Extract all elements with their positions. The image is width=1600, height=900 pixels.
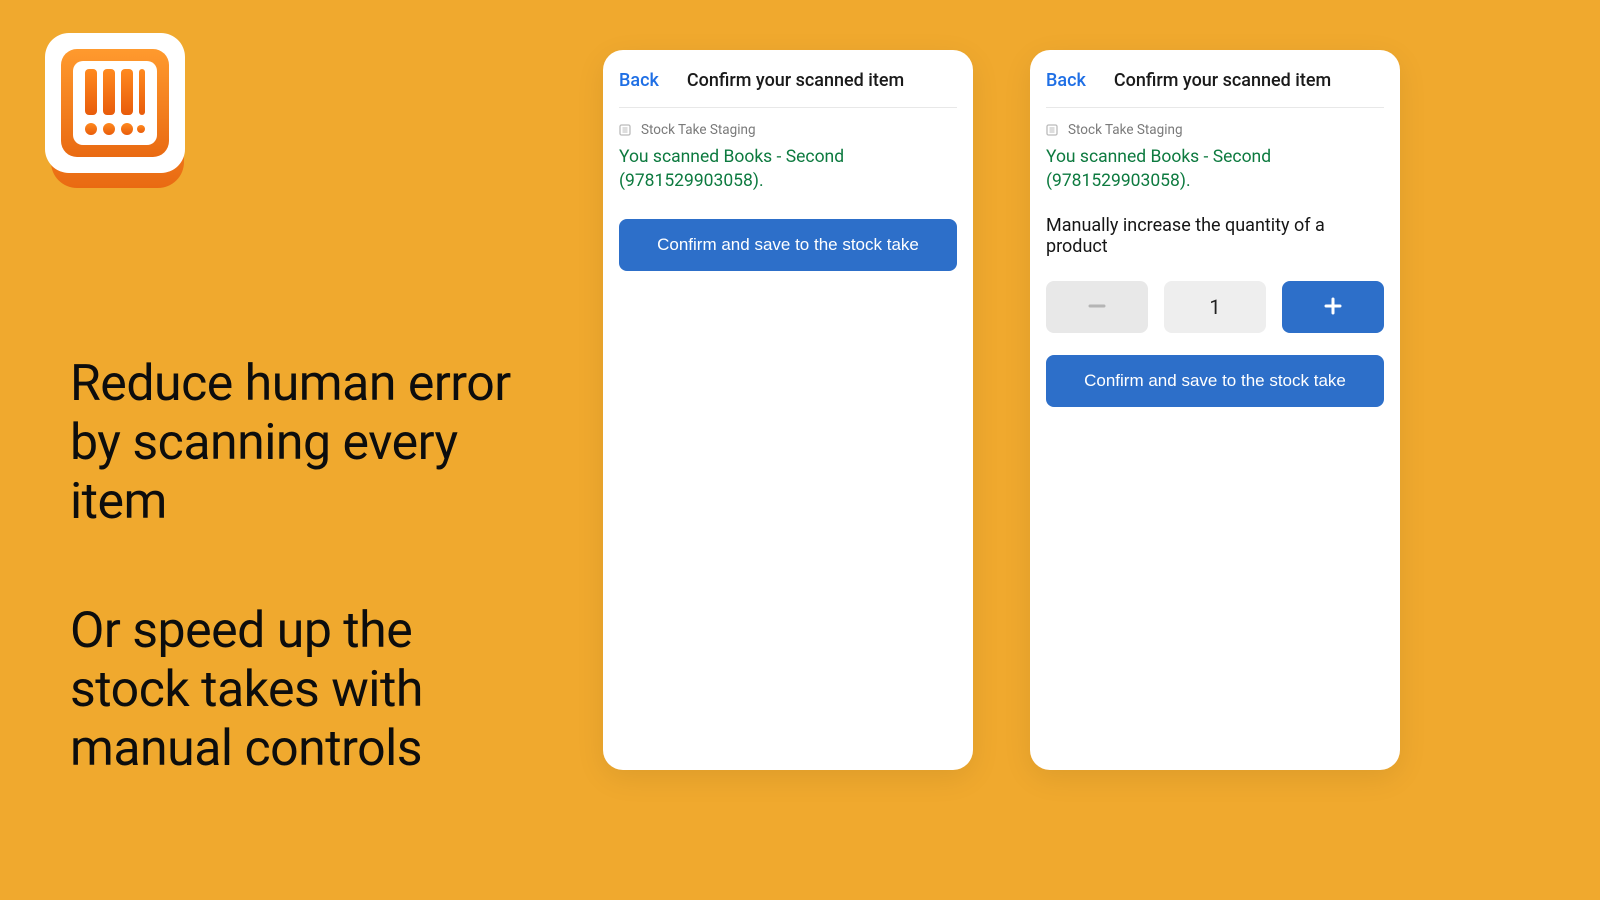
decrement-button[interactable] <box>1046 281 1148 333</box>
manual-quantity-label: Manually increase the quantity of a prod… <box>1046 215 1384 257</box>
quantity-stepper: 1 <box>1046 281 1384 333</box>
confirm-card-simple: Back Confirm your scanned item Stock Tak… <box>603 50 973 770</box>
plus-icon <box>1321 294 1345 321</box>
page-title: Confirm your scanned item <box>687 70 904 91</box>
scanned-message: You scanned Books - Second (978152990305… <box>1046 146 1384 193</box>
app-icon <box>45 33 190 193</box>
breadcrumb-label: Stock Take Staging <box>641 122 756 138</box>
confirm-button[interactable]: Confirm and save to the stock take <box>619 219 957 271</box>
minus-icon <box>1085 294 1109 321</box>
back-button[interactable]: Back <box>619 70 659 91</box>
page-title: Confirm your scanned item <box>1114 70 1331 91</box>
marketing-line-2: Or speed up the stock takes with manual … <box>70 602 530 779</box>
card-header: Back Confirm your scanned item <box>1046 64 1384 108</box>
increment-button[interactable] <box>1282 281 1384 333</box>
scanned-message: You scanned Books - Second (978152990305… <box>619 146 957 193</box>
list-icon <box>619 124 631 136</box>
breadcrumb: Stock Take Staging <box>619 122 957 138</box>
back-button[interactable]: Back <box>1046 70 1086 91</box>
card-header: Back Confirm your scanned item <box>619 64 957 108</box>
breadcrumb: Stock Take Staging <box>1046 122 1384 138</box>
confirm-button[interactable]: Confirm and save to the stock take <box>1046 355 1384 407</box>
marketing-copy: Reduce human error by scanning every ite… <box>70 355 530 779</box>
breadcrumb-label: Stock Take Staging <box>1068 122 1183 138</box>
marketing-line-1: Reduce human error by scanning every ite… <box>70 355 530 532</box>
list-icon <box>1046 124 1058 136</box>
quantity-value: 1 <box>1164 281 1266 333</box>
confirm-card-manual: Back Confirm your scanned item Stock Tak… <box>1030 50 1400 770</box>
